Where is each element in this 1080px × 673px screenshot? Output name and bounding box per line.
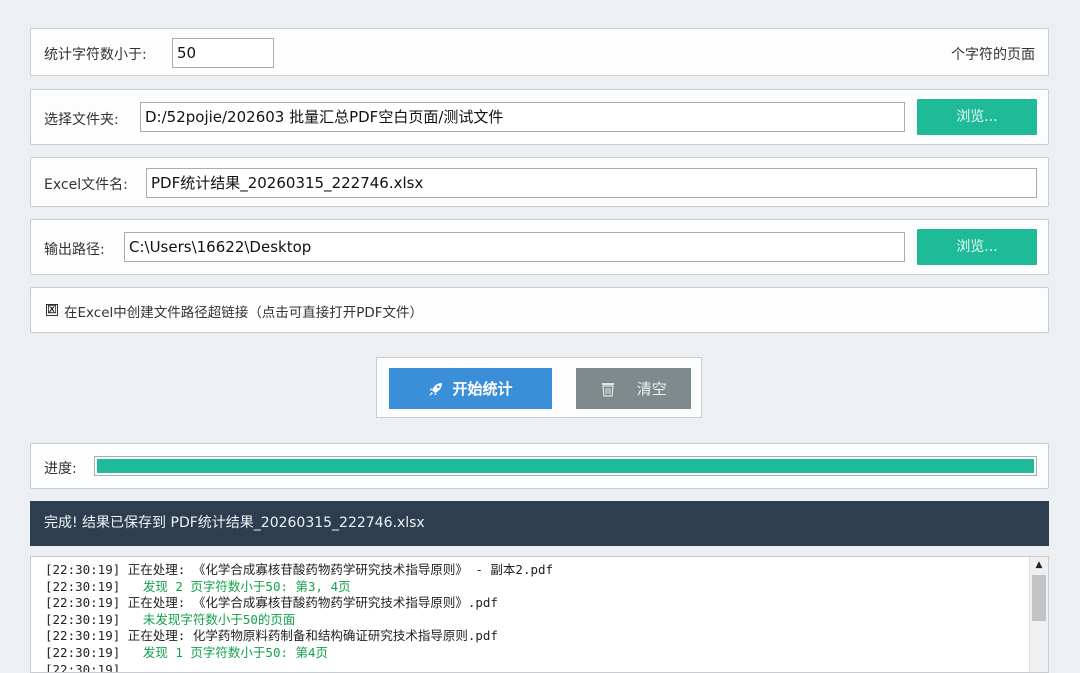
excel-panel: Excel文件名: PDF统计结果_20260315_222746.xlsx — [30, 157, 1049, 207]
log-message: 正在处理: 化学药物原料药制备和结构确证研究技术指导原则.pdf — [120, 628, 498, 644]
log-timestamp: [22:30:19] — [45, 595, 121, 611]
log-timestamp: [22:30:19] — [45, 562, 121, 577]
excel-filename-input[interactable]: PDF统计结果_20260315_222746.xlsx — [146, 168, 1037, 198]
log-line: [22:30:19] 正在处理: 《化学合成寡核苷酸药物药学研究技术指导原则》 … — [45, 562, 553, 579]
output-path-input[interactable]: C:\Users\16622\Desktop — [124, 232, 905, 262]
log-lines: [22:30:19] 正在处理: 《化学合成寡核苷酸药物药学研究技术指导原则》 … — [45, 562, 553, 673]
clear-button-label: 清空 — [636, 380, 667, 398]
log-timestamp: [22:30:19] — [45, 661, 121, 673]
progress-label: 进度: — [44, 461, 77, 477]
threshold-label: 统计字符数小于: — [44, 47, 147, 63]
start-button[interactable]: 开始统计 — [389, 368, 552, 409]
log-timestamp: [22:30:19] — [45, 628, 121, 644]
action-button-group: 开始统计 清空 — [376, 357, 702, 418]
rocket-icon — [428, 381, 444, 397]
log-message: 未发现字符数小于50的页面 — [120, 611, 296, 627]
output-browse-button[interactable]: 浏览... — [917, 229, 1037, 265]
log-message: 发现 2 页字符数小于50: 第3, 4页 — [120, 578, 351, 594]
progress-bar — [94, 456, 1037, 476]
progress-bar-fill — [97, 459, 1034, 473]
log-message: 正在处理: 《化学合成寡核苷酸药物药学研究技术指导原则》.pdf — [120, 595, 498, 611]
log-message: 发现 1 页字符数小于50: 第4页 — [120, 644, 329, 660]
hyperlink-option-panel: 🗵 在Excel中创建文件路径超链接（点击可直接打开PDF文件） — [30, 287, 1049, 333]
progress-panel: 进度: — [30, 443, 1049, 489]
status-message: 完成! 结果已保存到 PDF统计结果_20260315_222746.xlsx — [30, 501, 1049, 546]
threshold-panel: 统计字符数小于: 50 个字符的页面 — [30, 28, 1049, 76]
log-scroll-thumb[interactable] — [1032, 575, 1046, 621]
folder-browse-button[interactable]: 浏览... — [917, 99, 1037, 135]
log-timestamp: [22:30:19] — [45, 644, 121, 660]
log-line: [22:30:19] 发现 1 页字符数小于50: 第4页 — [45, 645, 553, 662]
scroll-up-icon[interactable]: ▲ — [1030, 557, 1048, 573]
hyperlink-checkbox-label[interactable]: 在Excel中创建文件路径超链接（点击可直接打开PDF文件） — [64, 301, 423, 321]
log-message: 正在处理: 《化学合成寡核苷酸药物药学研究技术指导原则》 - 副本2.pdf — [120, 562, 554, 577]
hyperlink-checkbox[interactable]: 🗵 — [46, 304, 58, 316]
log-scrollbar[interactable]: ▲ — [1029, 557, 1048, 672]
trash-icon — [600, 381, 616, 397]
log-line: [22:30:19] 发现 2 页字符数小于50: 第3, 4页 — [45, 579, 553, 596]
folder-label: 选择文件夹: — [44, 112, 119, 128]
log-output[interactable]: [22:30:19] 正在处理: 《化学合成寡核苷酸药物药学研究技术指导原则》 … — [30, 556, 1049, 673]
log-line: [22:30:19] 未发现字符数小于50的页面 — [45, 612, 553, 629]
log-line: [22:30:19] 正在处理: 化学药物原料药制备和结构确证研究技术指导原则.… — [45, 628, 553, 645]
log-timestamp: [22:30:19] — [45, 611, 121, 627]
log-timestamp: [22:30:19] — [45, 578, 121, 594]
excel-filename-label: Excel文件名: — [44, 177, 128, 193]
output-path-label: 输出路径: — [44, 242, 105, 258]
log-line: [22:30:19] 正在处理: 《化学合成寡核苷酸药物药学研究技术指导原则》.… — [45, 595, 553, 612]
threshold-suffix: 个字符的页面 — [951, 47, 1035, 63]
threshold-input[interactable]: 50 — [172, 38, 274, 68]
folder-panel: 选择文件夹: D:/52pojie/202603 批量汇总PDF空白页面/测试文… — [30, 89, 1049, 145]
folder-path-input[interactable]: D:/52pojie/202603 批量汇总PDF空白页面/测试文件 — [140, 102, 905, 132]
start-button-label: 开始统计 — [452, 380, 513, 398]
output-panel: 输出路径: C:\Users\16622\Desktop 浏览... — [30, 219, 1049, 275]
clear-button[interactable]: 清空 — [576, 368, 691, 409]
log-line: [22:30:19] — [45, 661, 553, 673]
